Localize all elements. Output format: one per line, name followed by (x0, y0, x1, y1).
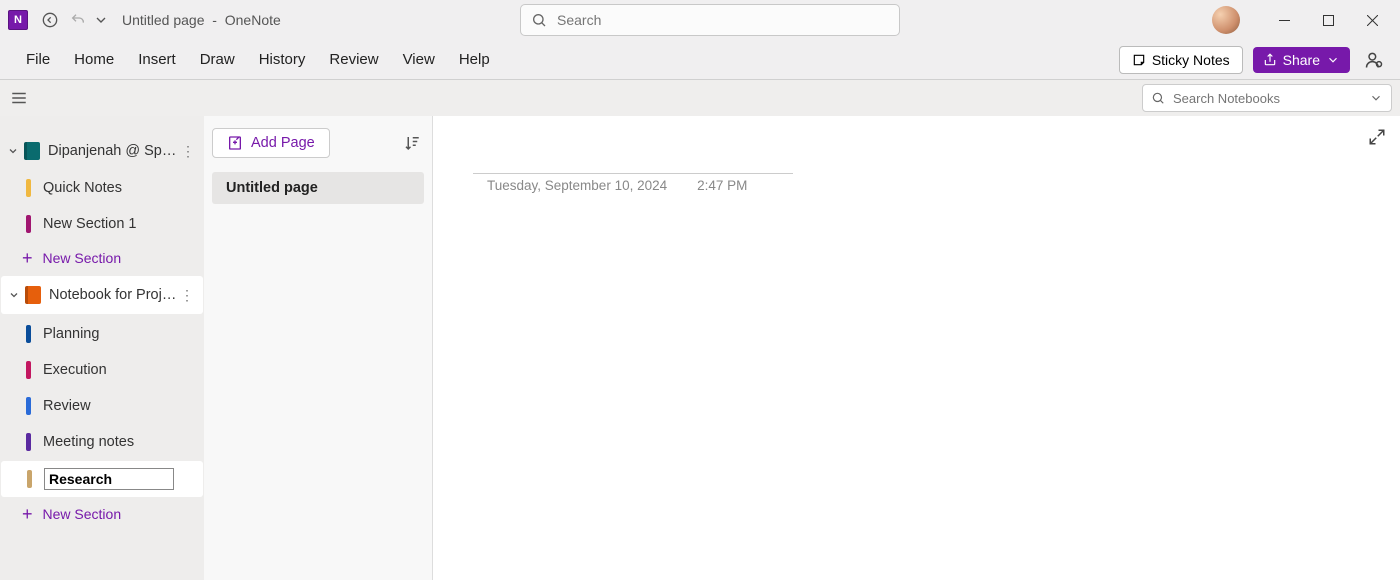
add-page-icon (227, 135, 243, 151)
menu-file[interactable]: File (14, 45, 62, 74)
search-icon (531, 12, 547, 28)
page-list-item[interactable]: Untitled page (212, 172, 424, 204)
notebook-row[interactable]: Dipanjenah @ Spiral... ⋮ (0, 132, 204, 170)
section-row[interactable]: Review (0, 388, 204, 424)
note-title-input[interactable] (473, 146, 793, 174)
section-row-editing[interactable] (1, 461, 203, 497)
menu-view[interactable]: View (391, 45, 447, 74)
section-color-tab (26, 215, 31, 233)
nav-toggle-button[interactable] (8, 87, 30, 109)
back-button[interactable] (36, 6, 64, 34)
section-row[interactable]: Meeting notes (0, 424, 204, 460)
section-color-tab (27, 470, 32, 488)
notebook-icon (24, 142, 40, 160)
notebook-icon (25, 286, 41, 304)
page-list-panel: Add Page Untitled page (204, 116, 433, 580)
share-icon (1263, 53, 1277, 67)
menu-draw[interactable]: Draw (188, 45, 247, 74)
menu-insert[interactable]: Insert (126, 45, 188, 74)
note-metadata: Tuesday, September 10, 2024 2:47 PM (473, 178, 1360, 193)
add-page-button[interactable]: Add Page (212, 128, 330, 158)
share-button[interactable]: Share (1253, 47, 1350, 73)
global-search[interactable] (520, 4, 900, 36)
section-label: Meeting notes (43, 434, 134, 450)
notebook-sidebar: Dipanjenah @ Spiral... ⋮ Quick Notes New… (0, 116, 204, 580)
section-color-tab (26, 179, 31, 197)
close-button[interactable] (1352, 4, 1392, 36)
menu-history[interactable]: History (247, 45, 318, 74)
sort-pages-button[interactable] (400, 131, 424, 155)
undo-button[interactable] (64, 6, 92, 34)
expand-canvas-button[interactable] (1366, 126, 1388, 148)
section-label: Planning (43, 326, 99, 342)
menu-help[interactable]: Help (447, 45, 502, 74)
plus-icon: + (22, 504, 33, 525)
menu-review[interactable]: Review (317, 45, 390, 74)
global-search-input[interactable] (557, 12, 889, 28)
chevron-down-icon (1326, 53, 1340, 67)
qat-dropdown[interactable] (92, 6, 110, 34)
menu-bar: File Home Insert Draw History Review Vie… (0, 40, 1400, 80)
section-row[interactable]: Quick Notes (0, 170, 204, 206)
notebook-label: Dipanjenah @ Spiral... (48, 143, 178, 159)
user-avatar[interactable] (1212, 6, 1240, 34)
chevron-down-icon[interactable] (6, 144, 20, 158)
section-label: Execution (43, 362, 107, 378)
app-name-text: OneNote (225, 12, 281, 28)
main-area: Dipanjenah @ Spiral... ⋮ Quick Notes New… (0, 116, 1400, 580)
sticky-note-icon (1132, 53, 1146, 67)
notebook-menu-button[interactable]: ⋮ (177, 287, 197, 304)
section-row[interactable]: Execution (0, 352, 204, 388)
section-row[interactable]: Planning (0, 316, 204, 352)
minimize-button[interactable] (1264, 4, 1304, 36)
new-section-button[interactable]: + New Section (0, 242, 204, 274)
app-icon: N (8, 10, 28, 30)
section-label: Review (43, 398, 91, 414)
section-color-tab (26, 433, 31, 451)
section-row[interactable]: New Section 1 (0, 206, 204, 242)
search-notebooks[interactable] (1142, 84, 1392, 112)
menu-home[interactable]: Home (62, 45, 126, 74)
search-notebooks-input[interactable] (1173, 91, 1365, 106)
maximize-button[interactable] (1308, 4, 1348, 36)
sticky-notes-button[interactable]: Sticky Notes (1119, 46, 1243, 74)
title-bar: N Untitled page - OneNote (0, 0, 1400, 40)
chevron-down-icon[interactable] (7, 288, 21, 302)
notebook-row[interactable]: Notebook for Project A ⋮ (1, 276, 203, 314)
notebook-label: Notebook for Project A (49, 287, 177, 303)
notebook-menu-button[interactable]: ⋮ (178, 143, 198, 160)
section-color-tab (26, 397, 31, 415)
section-label: New Section 1 (43, 216, 137, 232)
search-icon (1151, 91, 1165, 105)
section-label: Quick Notes (43, 180, 122, 196)
secondary-bar (0, 80, 1400, 116)
note-date: Tuesday, September 10, 2024 (487, 178, 667, 193)
new-section-button[interactable]: + New Section (0, 498, 204, 530)
section-color-tab (26, 361, 31, 379)
section-rename-input[interactable] (44, 468, 174, 490)
note-canvas[interactable]: Tuesday, September 10, 2024 2:47 PM (433, 116, 1400, 580)
chevron-down-icon[interactable] (1369, 91, 1383, 105)
page-title-text: Untitled page (122, 12, 205, 28)
note-time: 2:47 PM (697, 178, 747, 193)
plus-icon: + (22, 248, 33, 269)
section-color-tab (26, 325, 31, 343)
window-title: Untitled page - OneNote (122, 12, 281, 28)
presence-button[interactable] (1362, 48, 1386, 72)
